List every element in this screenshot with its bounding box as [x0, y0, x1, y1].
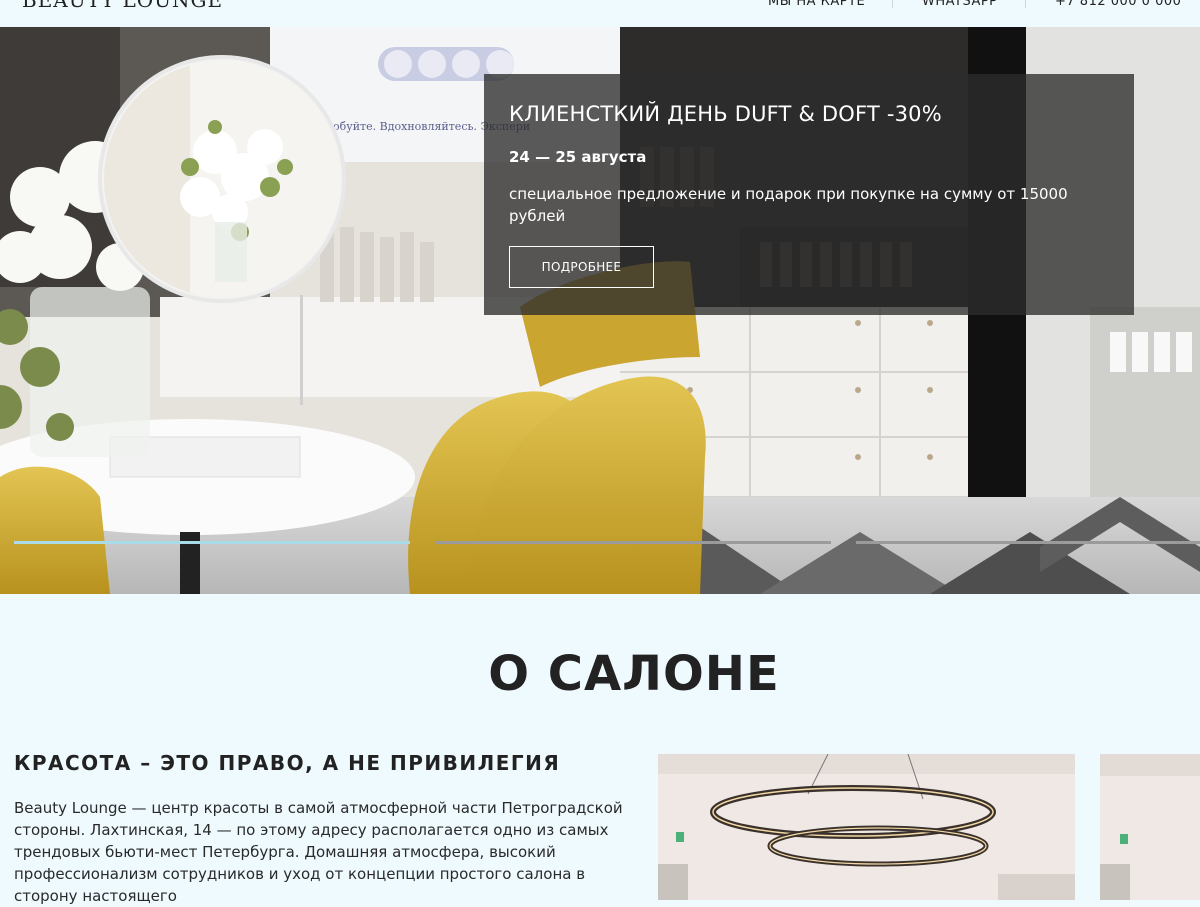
about-subtitle: КРАСОТА – ЭТО ПРАВО, А НЕ ПРИВИЛЕГИЯ [14, 751, 561, 775]
nav-divider [1025, 0, 1026, 8]
nav-divider [892, 0, 893, 8]
slider-indicator-1[interactable] [14, 541, 410, 544]
about-description: Beauty Lounge — центр красоты в самой ат… [14, 799, 623, 905]
site-header: BEAUTY LOUNGE МЫ НА КАРТЕ WHATSAPP +7 81… [0, 0, 1200, 27]
promo-title: КЛИЕНСТКИЙ ДЕНЬ DUFT & DOFT -30% [509, 102, 942, 126]
salon-photo [1100, 754, 1200, 900]
promo-banner: КЛИЕНСТКИЙ ДЕНЬ DUFT & DOFT -30% 24 — 25… [484, 74, 1134, 315]
slider-indicator-3[interactable] [856, 541, 1200, 544]
salon-photo [658, 754, 1075, 900]
more-details-button[interactable]: ПОДРОБНЕЕ [509, 246, 654, 288]
logo[interactable]: BEAUTY LOUNGE [22, 0, 223, 12]
nav-phone-link[interactable]: +7 812 000 0 000 [1055, 0, 1181, 9]
promo-date: 24 — 25 августа [509, 148, 647, 166]
nav-map-link[interactable]: МЫ НА КАРТЕ [768, 0, 865, 9]
about-title: О САЛОНЕ [488, 646, 780, 702]
promo-description: специальное предложение и подарок при по… [509, 185, 1068, 225]
slider-indicator-2[interactable] [435, 541, 831, 544]
hero-slider: обуйте. Вдохновляйтесь. Экспери КЛИЕНСТК… [0, 27, 1200, 594]
nav-whatsapp-link[interactable]: WHATSAPP [922, 0, 998, 9]
